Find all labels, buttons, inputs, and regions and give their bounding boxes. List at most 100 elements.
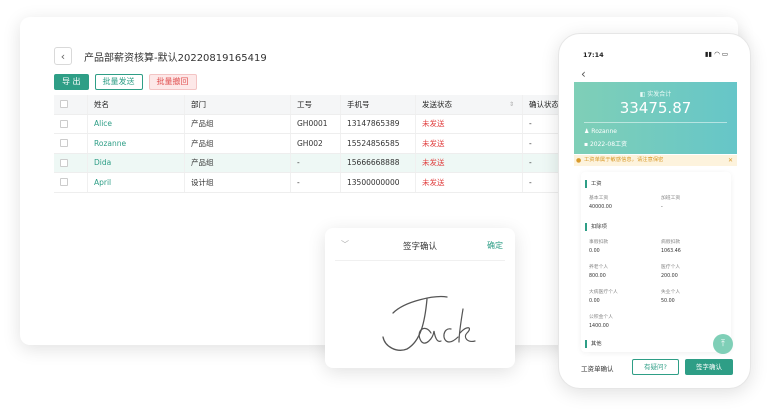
employee-name[interactable]: Dida (88, 153, 185, 172)
salary-summary-banner: ◧ 实发合计 33475.87 ♟ Rozanne ▪ 2022-08工资 (574, 82, 737, 154)
field-value: - (661, 205, 663, 210)
row-checkbox[interactable] (60, 158, 68, 167)
column-header-id: 工号 (291, 95, 341, 114)
column-header-phone: 手机号 (341, 95, 416, 114)
employee-id: - (291, 173, 341, 192)
field-label: 基本工资 (589, 196, 609, 201)
row-select-cell (54, 114, 88, 133)
employee-dept: 产品组 (185, 134, 291, 153)
select-all-cell (54, 95, 88, 114)
employee-info: ♟ Rozanne (584, 128, 617, 135)
employee-id: GH0001 (291, 114, 341, 133)
arrow-up-icon: ⤒ (721, 339, 725, 349)
page-title: 产品部薪资核算-默认20220819165419 (84, 52, 267, 64)
privacy-notice-text: 工资单属于敏感信息，请注意保密 (584, 157, 664, 163)
field-medical: 医疗个人 200.00 (661, 263, 680, 279)
status-time: 17:14 (583, 51, 604, 59)
batch-send-button[interactable]: 批量发送 (94, 74, 143, 90)
field-label: 大病医疗个人 (589, 290, 618, 295)
mobile-phone-frame: 17:14 ▮▮ ◠ ▭ ‹ ◧ 实发合计 33475.87 ♟ Rozanne… (558, 33, 751, 389)
employee-name[interactable]: Alice (88, 114, 185, 133)
field-label: 加班工资 (661, 196, 681, 201)
employee-phone: 15666668888 (341, 153, 416, 172)
field-value: 40000.00 (589, 205, 612, 210)
field-value: 50.00 (661, 299, 675, 304)
handwritten-signature (382, 295, 476, 351)
employee-dept: 产品组 (185, 153, 291, 172)
field-value: 800.00 (589, 274, 606, 279)
question-button[interactable]: 有疑问? (632, 359, 679, 375)
close-icon[interactable]: ✕ (728, 155, 733, 166)
signature-pad[interactable] (335, 260, 505, 360)
signature-confirm-button[interactable]: 确定 (487, 240, 503, 251)
employee-phone: 13147865389 (341, 114, 416, 133)
mobile-back-button[interactable]: ‹ (581, 67, 586, 81)
column-header-send-status[interactable]: 发送状态 ⇕ (416, 95, 523, 114)
field-label: 病假扣款 (661, 240, 681, 245)
row-select-cell (54, 134, 88, 153)
field-label: 失业个人 (661, 290, 681, 295)
warning-icon: ● (576, 157, 582, 164)
pay-period-text: 2022-08工资 (589, 141, 628, 148)
employee-name[interactable]: April (88, 173, 185, 192)
banner-divider (584, 122, 727, 123)
column-header-dept: 部门 (185, 95, 291, 114)
field-value: 0.00 (589, 249, 600, 254)
field-personal-leave: 事假扣款 0.00 (589, 238, 608, 254)
chevron-left-icon: ‹ (60, 49, 66, 63)
field-label: 养老个人 (589, 265, 609, 270)
select-all-checkbox[interactable] (60, 100, 68, 109)
sign-confirm-button[interactable]: 签字确认 (685, 359, 733, 375)
field-overtime: 加班工资 - (661, 194, 680, 210)
field-value: 200.00 (661, 274, 678, 279)
privacy-notice: ● 工资单属于敏感信息，请注意保密 ✕ (574, 155, 737, 166)
signal-icon: ▮▮ (704, 50, 713, 58)
row-select-cell (54, 173, 88, 192)
row-checkbox[interactable] (60, 178, 68, 187)
employee-id: GH002 (291, 134, 341, 153)
field-value: 0.00 (589, 299, 600, 304)
employee-id: - (291, 153, 341, 172)
row-checkbox[interactable] (60, 139, 68, 148)
field-pension: 养老个人 800.00 (589, 263, 608, 279)
pay-period: ▪ 2022-08工资 (584, 139, 627, 148)
back-button[interactable]: ‹ (54, 47, 72, 65)
section-salary: 工资 (585, 180, 602, 188)
net-pay-amount: 33475.87 (619, 99, 692, 117)
page-header: ‹ 产品部薪资核算-默认20220819165419 (54, 47, 267, 65)
batch-revoke-button[interactable]: 批量撤回 (148, 74, 197, 90)
action-bar: 导 出 批量发送 批量撤回 (54, 74, 197, 90)
field-value: 1063.46 (661, 249, 681, 254)
wifi-icon: ◠ (714, 50, 720, 58)
signature-dialog: ﹀ 签字确认 确定 (325, 228, 515, 368)
field-label: 医疗个人 (661, 265, 681, 270)
status-icons: ▮▮ ◠ ▭ (705, 50, 728, 58)
mobile-footer: 工资单确认 有疑问? 签字确认 (559, 356, 750, 380)
employee-dept: 设计组 (185, 173, 291, 192)
salary-detail-card: 工资 基本工资 40000.00 加班工资 - 扣除项 事假扣款 0.00 病假扣款 1… (581, 172, 731, 352)
field-value: 1400.00 (589, 324, 609, 329)
battery-icon: ▭ (721, 50, 728, 58)
field-sick-leave: 病假扣款 1063.46 (661, 238, 681, 254)
row-checkbox[interactable] (60, 119, 68, 128)
send-status: 未发送 (416, 153, 523, 172)
section-deductions: 扣除项 (585, 223, 607, 231)
employee-phone: 15524856585 (341, 134, 416, 153)
send-status: 未发送 (416, 134, 523, 153)
sort-icon[interactable]: ⇕ (509, 101, 514, 108)
send-status: 未发送 (416, 173, 523, 192)
field-unemployment: 失业个人 50.00 (661, 288, 680, 304)
export-button[interactable]: 导 出 (54, 74, 89, 90)
section-other: 其他 (585, 340, 602, 348)
chevron-left-icon: ‹ (581, 67, 586, 81)
field-label: 公积金个人 (589, 315, 613, 320)
footer-label: 工资单确认 (581, 365, 614, 373)
column-header-name: 姓名 (88, 95, 185, 114)
field-label: 事假扣款 (589, 240, 609, 245)
employee-name-text: Rozanne (591, 128, 617, 135)
send-status: 未发送 (416, 114, 523, 133)
signature-header: ﹀ 签字确认 确定 (325, 238, 515, 256)
scroll-to-top-button[interactable]: ⤒ (713, 334, 733, 354)
field-housing-fund: 公积金个人 1400.00 (589, 313, 613, 329)
employee-name[interactable]: Rozanne (88, 134, 185, 153)
